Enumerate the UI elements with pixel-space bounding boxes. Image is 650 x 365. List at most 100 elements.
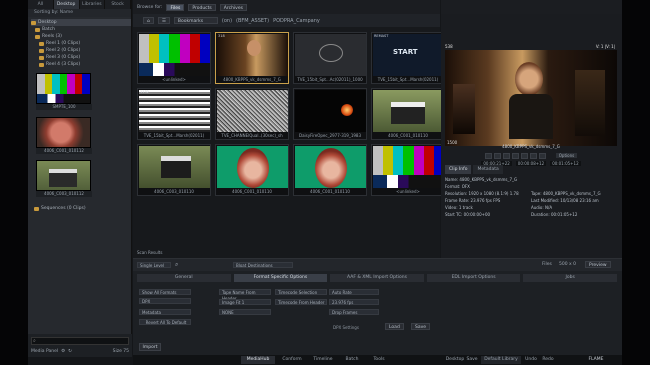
tab-format-specific[interactable]: Format Specific Options (233, 274, 328, 282)
library-thumb[interactable]: 4006_C001_010112 (36, 117, 92, 154)
tab-files[interactable]: Files (166, 3, 185, 11)
save-button[interactable]: Save (411, 323, 431, 330)
tab-clip-info[interactable]: Clip Info (445, 165, 472, 174)
tree-item-label: Reel 4 (3 Clips) (46, 62, 81, 67)
tree-item-desktop[interactable]: Desktop (31, 19, 131, 26)
clip-timecode: REMAST (374, 34, 389, 38)
clip-thumbnail[interactable]: 4006_C001_010110 (293, 144, 367, 196)
import-button[interactable]: Import (139, 343, 161, 351)
files-toggle[interactable]: Files (542, 262, 552, 267)
gear-icon[interactable]: ⚙ (61, 349, 65, 354)
metadata-toggle[interactable]: Metadata (139, 309, 191, 315)
clip-thumbnail[interactable]: DaisyFireOpec_2977-319_1983 (293, 88, 367, 140)
single-level-dropdown[interactable]: Single Level (137, 262, 171, 268)
path-segment[interactable]: (BFM_ASSET) (236, 18, 269, 24)
sort-label[interactable]: Sorting by: Name (28, 9, 131, 17)
tab-mediahub[interactable]: MediaHub (241, 356, 275, 364)
tree-item-reel1[interactable]: Reel 1 (0 Clips) (31, 40, 131, 47)
library-thumb[interactable]: SMPTE_100 (36, 73, 92, 110)
tape-name-toggle[interactable]: Tape Name From Header (219, 289, 271, 301)
clip-thumbnail[interactable]: TVE_15bit_Spt...Ac(02011)_1000 (293, 32, 367, 84)
clip-thumbnail[interactable]: TVE_CHANNElQual..(30sec)_sh (215, 88, 289, 140)
clip-thumbnail[interactable]: 4006_C001_010110 (215, 144, 289, 196)
timecode-selection[interactable]: Timecode Selection (275, 289, 327, 295)
show-all-formats-toggle[interactable]: Show All Formats (139, 289, 191, 295)
tab-conform[interactable]: Conform (278, 356, 306, 364)
format-dropdown[interactable]: DPX (139, 298, 191, 304)
tab-libraries[interactable]: Libraries (80, 0, 106, 9)
clip-thumbnail[interactable]: TVE_15bit_Spt...Marsh(02011) 1132 (137, 88, 211, 140)
viewer-top-labels: 538 V: 1 |V: 1| (445, 44, 617, 49)
tab-batch[interactable]: Batch (340, 356, 364, 364)
size-field[interactable]: 500 x 0 (559, 262, 576, 267)
destination-dropdown[interactable]: Bloat Destinations (233, 262, 293, 268)
clip-thumbnail[interactable]: <unlinked> (371, 144, 445, 196)
stop-icon[interactable] (511, 152, 519, 159)
tab-products[interactable]: Products (188, 3, 216, 11)
library-thumb[interactable]: 4006_C003_010112 (36, 160, 92, 197)
tab-edl[interactable]: EDL Import Options (426, 274, 521, 282)
clip-thumbnail[interactable]: <unlinked> (137, 32, 211, 84)
clip-name: 4800_KBPPS_vk_dsmms_7_G (502, 144, 560, 149)
options-button[interactable]: Options (555, 153, 578, 158)
tab-stock[interactable]: Stock (105, 0, 131, 9)
tree-item-batch[interactable]: Batch (31, 26, 131, 33)
tree-item-reel3[interactable]: Reel 3 (0 Clips) (31, 54, 131, 61)
play-icon[interactable] (520, 152, 528, 159)
zoom-label[interactable]: Size 75 (113, 349, 129, 354)
home-icon[interactable]: ⌂ (143, 17, 154, 24)
tab-aaf-xml[interactable]: AAF & XML Import Options (330, 274, 424, 282)
image-fit-dropdown[interactable]: Image Fit 1 (219, 299, 271, 305)
load-button[interactable]: Load (385, 323, 404, 330)
folder-icon (34, 206, 39, 211)
preview-button[interactable]: Preview (585, 261, 611, 268)
path-toolbar: ⌂ ☰ Bookmarks (on) (BFM_ASSET) PODPRA_Ca… (133, 14, 440, 27)
refresh-icon[interactable]: ↻ (68, 349, 72, 354)
frame-rate-dropdown[interactable]: 23.976 fps (329, 299, 379, 305)
tree-item-reel4[interactable]: Reel 4 (3 Clips) (31, 61, 131, 68)
tab-desktop[interactable]: Desktop (53, 0, 80, 9)
library-search-input[interactable]: ⌕ (31, 337, 129, 345)
tab-timeline[interactable]: Timeline (309, 356, 337, 364)
list-icon[interactable]: ☰ (157, 17, 170, 24)
tab-archives[interactable]: Archives (219, 3, 247, 11)
tree-item-sequences[interactable]: Sequences (0 Clips) (34, 205, 86, 212)
revert-button[interactable]: Revert All To Default (139, 319, 191, 325)
clip-thumbnail[interactable]: START TVE_15bit_Spt...Marsh(02011) REMAST (371, 32, 445, 84)
tab-jobs[interactable]: Jobs (523, 274, 617, 282)
tab-all[interactable]: All (28, 0, 54, 9)
bookmarks-dropdown[interactable]: Bookmarks (173, 17, 218, 24)
resize-dropdown[interactable]: NONE (219, 309, 271, 315)
path-segment[interactable]: PODPRA_Campany (273, 18, 320, 24)
play-reverse-icon[interactable] (502, 152, 510, 159)
tab-general[interactable]: General (137, 274, 231, 282)
clip-label: 4006_C001_010110 (388, 133, 428, 138)
search-icon[interactable]: ⌕ (175, 261, 178, 269)
path-segment[interactable]: (on) (222, 18, 232, 24)
timecode-from-header[interactable]: Timecode From Header (275, 299, 327, 305)
step-back-icon[interactable] (493, 152, 501, 159)
go-start-icon[interactable] (484, 152, 492, 159)
media-panel-dropdown[interactable]: Media Panel (31, 349, 58, 354)
undo-label[interactable]: Undo (523, 356, 539, 364)
go-end-icon[interactable] (538, 152, 546, 159)
library-dropdown[interactable]: Default Library (481, 356, 521, 364)
drop-frames-toggle[interactable]: Drop Frames (329, 309, 379, 315)
clip-thumbnail[interactable]: 4800_KBPPS_vk_dsmms_7_G 318 (215, 32, 289, 84)
tree-item-reel2[interactable]: Reel 2 (0 Clips) (31, 47, 131, 54)
save-label[interactable]: Save (465, 356, 479, 364)
step-forward-icon[interactable] (529, 152, 537, 159)
redo-label[interactable]: Redo (541, 356, 555, 364)
clip-thumbnail[interactable]: 4006_C001_010110 (371, 88, 445, 140)
tree-item-label: Reel 2 (0 Clips) (46, 48, 81, 53)
clip-thumbnail[interactable]: 4006_C003_010110 (137, 144, 211, 196)
tree-item-reels[interactable]: Reels (3) (31, 33, 131, 40)
desktop-label[interactable]: Desktop (445, 356, 465, 364)
viewer-panel: 538 V: 1 |V: 1| 1500 4800_KBPPS_vk_dsmms… (441, 0, 622, 258)
auto-rate-toggle[interactable]: Auto Rate (329, 289, 379, 295)
video-preview[interactable]: 1500 (445, 50, 617, 146)
tab-tools[interactable]: Tools (367, 356, 391, 364)
tab-metadata[interactable]: Metadata (473, 165, 503, 174)
clip-preview-image (373, 146, 444, 188)
folder-icon (39, 48, 44, 53)
